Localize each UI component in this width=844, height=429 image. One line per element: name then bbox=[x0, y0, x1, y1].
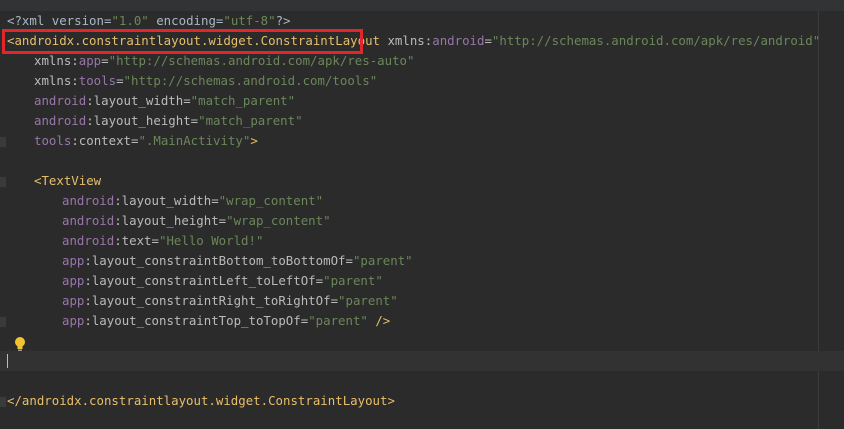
code-line[interactable]: xmlns:tools="http://schemas.android.com/… bbox=[34, 71, 377, 91]
fold-marker[interactable] bbox=[0, 137, 6, 147]
self-closing-bracket: /> bbox=[367, 313, 391, 328]
code-line[interactable]: android:layout_width="match_parent" bbox=[34, 91, 295, 111]
xml-decl-version-attr: xml version= bbox=[21, 13, 112, 28]
attribute-name: :layout_height= bbox=[114, 213, 227, 228]
textview-open-tag: <TextView bbox=[34, 173, 102, 188]
xml-decl-encoding-attr: encoding= bbox=[148, 13, 224, 28]
attribute-value: "http://schemas.android.com/tools" bbox=[123, 73, 378, 88]
editor-top-strip bbox=[0, 0, 844, 11]
code-line[interactable]: android:layout_width="wrap_content" bbox=[62, 191, 323, 211]
code-line[interactable]: android:text="Hello World!" bbox=[62, 231, 263, 251]
namespace-app: app bbox=[62, 273, 85, 288]
attribute-value: "http://schemas.android.com/apk/res/andr… bbox=[491, 33, 821, 48]
attribute-value: "parent" bbox=[338, 293, 398, 308]
text-caret bbox=[7, 354, 8, 368]
attribute-value: "wrap_content" bbox=[218, 193, 324, 208]
xmlns-prefix: xmlns: bbox=[34, 53, 79, 68]
xmlns-prefix: xmlns: bbox=[387, 33, 433, 48]
code-line[interactable]: <TextView bbox=[34, 171, 101, 191]
code-line[interactable]: app:layout_constraintTop_toTopOf="parent… bbox=[62, 311, 390, 331]
namespace-app: app bbox=[62, 253, 85, 268]
namespace-android: android bbox=[62, 193, 115, 208]
attribute-name: :layout_constraintTop_toTopOf= bbox=[84, 313, 309, 328]
equals-sign: = bbox=[116, 73, 124, 88]
namespace-android: android bbox=[62, 233, 115, 248]
attribute-value: "wrap_content" bbox=[226, 213, 331, 228]
attribute-value: "parent" bbox=[323, 273, 383, 288]
attribute-value: "parent" bbox=[352, 253, 413, 268]
attribute-name: :layout_width= bbox=[114, 193, 219, 208]
attribute-name: :layout_constraintRight_toRightOf= bbox=[84, 293, 339, 308]
code-line[interactable]: app:layout_constraintBottom_toBottomOf="… bbox=[62, 251, 413, 271]
namespace-tools: tools bbox=[78, 73, 117, 88]
namespace-android: android bbox=[62, 213, 115, 228]
code-line[interactable]: </androidx.constraintlayout.widget.Const… bbox=[7, 391, 395, 411]
code-editor[interactable]: <?xml version="1.0" encoding="utf-8"?> <… bbox=[0, 0, 844, 429]
namespace-app: app bbox=[62, 313, 85, 328]
fold-marker[interactable] bbox=[0, 397, 6, 407]
equals-sign: = bbox=[101, 53, 109, 68]
code-line[interactable]: android:layout_height="match_parent" bbox=[34, 111, 303, 131]
attribute-name: :context= bbox=[71, 133, 139, 148]
attribute-value: "match_parent" bbox=[198, 113, 303, 128]
current-line-highlight bbox=[0, 351, 844, 371]
attribute-value: "match_parent" bbox=[190, 93, 296, 108]
constraintlayout-close-tag: </androidx.constraintlayout.widget.Const… bbox=[7, 393, 395, 408]
attribute-value: ".MainActivity" bbox=[138, 133, 251, 148]
attribute-value: "parent" bbox=[308, 313, 368, 328]
attribute-name: :layout_width= bbox=[86, 93, 191, 108]
lightbulb-icon[interactable] bbox=[13, 336, 27, 352]
attribute-name: :layout_constraintBottom_toBottomOf= bbox=[84, 253, 353, 268]
attribute-name: :text= bbox=[114, 233, 159, 248]
code-line[interactable]: android:layout_height="wrap_content" bbox=[62, 211, 331, 231]
tag-close-bracket: > bbox=[250, 133, 258, 148]
attribute-value: "http://schemas.android.com/apk/res-auto… bbox=[108, 53, 415, 68]
attribute-name: :layout_constraintLeft_toLeftOf= bbox=[84, 273, 324, 288]
xml-decl-version-value: "1.0" bbox=[111, 13, 149, 28]
xml-decl-close: ?> bbox=[275, 13, 291, 28]
xml-decl-encoding-value: "utf-8" bbox=[223, 13, 276, 28]
attribute-value: "Hello World!" bbox=[158, 233, 264, 248]
code-line[interactable]: <?xml version="1.0" encoding="utf-8"?> bbox=[7, 11, 291, 31]
code-line[interactable]: tools:context=".MainActivity"> bbox=[34, 131, 258, 151]
namespace-android: android bbox=[432, 33, 485, 48]
fold-marker[interactable] bbox=[0, 317, 6, 327]
xmlns-prefix: xmlns: bbox=[34, 73, 79, 88]
namespace-android: android bbox=[34, 93, 87, 108]
equals-sign: = bbox=[484, 33, 492, 48]
namespace-app: app bbox=[78, 53, 102, 68]
attribute-name: :layout_height= bbox=[86, 113, 199, 128]
namespace-app: app bbox=[62, 293, 85, 308]
fold-marker[interactable] bbox=[0, 177, 6, 187]
code-line[interactable]: app:layout_constraintLeft_toLeftOf="pare… bbox=[62, 271, 383, 291]
highlight-annotation-box bbox=[2, 29, 363, 54]
code-line[interactable]: xmlns:app="http://schemas.android.com/ap… bbox=[34, 51, 414, 71]
code-line[interactable]: app:layout_constraintRight_toRightOf="pa… bbox=[62, 291, 398, 311]
namespace-android: android bbox=[34, 113, 87, 128]
xml-decl-open: <? bbox=[7, 13, 22, 28]
namespace-tools: tools bbox=[34, 133, 72, 148]
